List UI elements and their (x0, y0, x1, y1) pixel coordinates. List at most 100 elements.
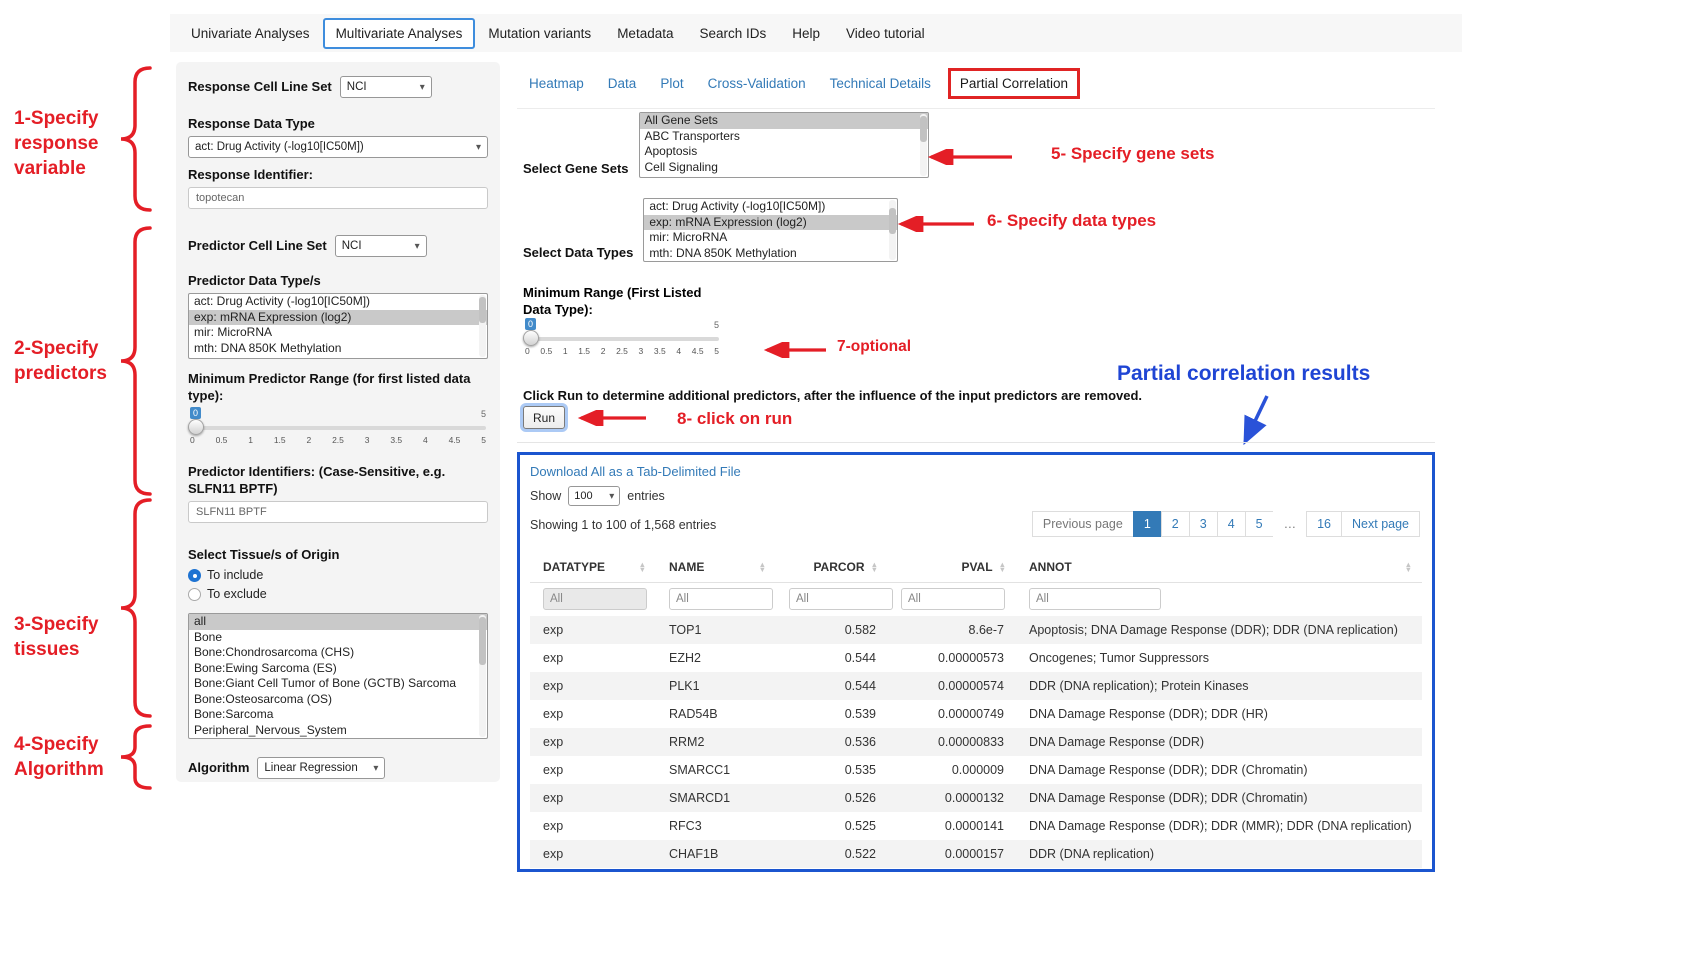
table-row[interactable]: exp RAD54B 0.539 0.00000749 DNA Damage R… (530, 700, 1422, 728)
tab-heatmap[interactable]: Heatmap (517, 68, 596, 99)
table-row[interactable]: exp RFC3 0.525 0.0000141 DNA Damage Resp… (530, 812, 1422, 840)
listbox-option-selected[interactable]: All Gene Sets (640, 113, 928, 129)
listbox-option[interactable]: Bone:Chondrosarcoma (CHS) (189, 645, 487, 661)
table-row[interactable]: exp SMARCC1 0.535 0.000009 DNA Damage Re… (530, 756, 1422, 784)
slider-handle[interactable] (188, 419, 204, 435)
slider-value-badge: 0 (525, 318, 536, 330)
table-row[interactable]: exp SMARCD1 0.526 0.0000132 DNA Damage R… (530, 784, 1422, 812)
predictor-min-range-slider[interactable]: 0 5 0 0.5 1 1.5 2 2.5 3 3.5 4 4.5 5 (188, 409, 486, 451)
page-button-5[interactable]: 5 (1245, 511, 1274, 537)
page-size-select[interactable]: 100 ▾ (568, 486, 620, 506)
sort-icon[interactable]: ▲▼ (871, 562, 878, 573)
filter-datatype-input[interactable] (543, 588, 647, 610)
download-all-link[interactable]: Download All as a Tab-Delimited File (530, 464, 741, 479)
nav-video-tutorial[interactable]: Video tutorial (833, 18, 938, 49)
column-header-pval[interactable]: PVAL ▲▼ (888, 552, 1016, 582)
tissue-listbox[interactable]: all Bone Bone:Chondrosarcoma (CHS) Bone:… (188, 613, 488, 739)
slider-handle[interactable] (523, 330, 539, 346)
response-identifier-input[interactable] (188, 187, 488, 209)
page-button-4[interactable]: 4 (1217, 511, 1246, 537)
tissue-include-radio[interactable]: To include (188, 568, 488, 582)
listbox-option[interactable]: mir: MicroRNA (644, 230, 897, 246)
slider-track[interactable] (188, 426, 486, 430)
page-button-2[interactable]: 2 (1161, 511, 1190, 537)
slider-tick: 2 (601, 346, 606, 356)
listbox-option[interactable]: Bone:Osteosarcoma (OS) (189, 692, 487, 708)
listbox-option[interactable]: mth: DNA 850K Methylation (189, 341, 487, 357)
gene-sets-listbox[interactable]: All Gene Sets ABC Transporters Apoptosis… (639, 112, 929, 178)
listbox-option[interactable]: Bone:Giant Cell Tumor of Bone (GCTB) Sar… (189, 676, 487, 692)
nav-mutation-variants[interactable]: Mutation variants (475, 18, 604, 49)
nav-metadata[interactable]: Metadata (604, 18, 686, 49)
page-button-16[interactable]: 16 (1306, 511, 1342, 537)
algorithm-select[interactable]: Linear Regression ▾ (257, 757, 385, 779)
next-page-button[interactable]: Next page (1341, 511, 1420, 537)
column-header-datatype[interactable]: DATATYPE ▲▼ (530, 552, 656, 582)
nav-multivariate-analyses[interactable]: Multivariate Analyses (323, 18, 476, 49)
radio-checked-icon (188, 569, 201, 582)
partial-min-range-slider[interactable]: 0 5 0 0.5 1 1.5 2 2.5 3 3.5 4 4.5 5 (523, 320, 719, 362)
table-row[interactable]: exp EZH2 0.544 0.00000573 Oncogenes; Tum… (530, 644, 1422, 672)
cell-annot: DNA Damage Response (DDR); DDR (Chromati… (1016, 784, 1422, 812)
tab-partial-correlation[interactable]: Partial Correlation (948, 68, 1080, 99)
filter-name-input[interactable] (669, 588, 773, 610)
arrow-step6-icon (889, 216, 977, 232)
sort-icon[interactable]: ▲▼ (759, 562, 766, 573)
filter-pval-input[interactable] (901, 588, 1005, 610)
listbox-option-selected[interactable]: exp: mRNA Expression (log2) (189, 310, 487, 326)
listbox-option-selected[interactable]: all (189, 614, 487, 630)
listbox-option[interactable]: mir: MicroRNA (189, 325, 487, 341)
page-button-3[interactable]: 3 (1189, 511, 1218, 537)
listbox-option[interactable]: Cell Signaling (640, 160, 928, 176)
filter-annot-input[interactable] (1029, 588, 1161, 610)
results-table: DATATYPE ▲▼ NAME ▲▼ PARCOR ▲▼ PVAL (530, 552, 1422, 868)
predictor-data-types-listbox[interactable]: act: Drug Activity (-log10[IC50M]) exp: … (188, 293, 488, 359)
listbox-option[interactable]: Bone (189, 630, 487, 646)
data-types-listbox[interactable]: act: Drug Activity (-log10[IC50M]) exp: … (643, 198, 898, 262)
slider-track[interactable] (523, 337, 719, 341)
scrollbar[interactable] (479, 615, 486, 737)
listbox-option[interactable]: mth: DNA 850K Methylation (644, 246, 897, 262)
listbox-option[interactable]: Bone:Sarcoma (189, 707, 487, 723)
listbox-option-selected[interactable]: exp: mRNA Expression (log2) (644, 215, 897, 231)
predictor-identifiers-input[interactable] (188, 501, 488, 523)
listbox-option[interactable]: act: Drug Activity (-log10[IC50M]) (189, 294, 487, 310)
column-label: DATATYPE (543, 560, 605, 574)
predictor-cell-line-set-select[interactable]: NCI ▾ (335, 235, 427, 257)
sort-icon[interactable]: ▲▼ (639, 562, 646, 573)
table-row[interactable]: exp RRM2 0.536 0.00000833 DNA Damage Res… (530, 728, 1422, 756)
sort-icon[interactable]: ▲▼ (1405, 562, 1412, 573)
radio-label: To include (207, 568, 263, 582)
scrollbar[interactable] (479, 295, 486, 357)
nav-univariate-analyses[interactable]: Univariate Analyses (178, 18, 323, 49)
table-row[interactable]: exp PLK1 0.544 0.00000574 DDR (DNA repli… (530, 672, 1422, 700)
column-header-annot[interactable]: ANNOT ▲▼ (1016, 552, 1422, 582)
response-data-type-select[interactable]: act: Drug Activity (-log10[IC50M]) ▾ (188, 136, 488, 158)
column-header-name[interactable]: NAME ▲▼ (656, 552, 776, 582)
listbox-option[interactable]: ABC Transporters (640, 129, 928, 145)
predictor-min-range-label: Minimum Predictor Range (for first liste… (188, 370, 488, 404)
page-button-1[interactable]: 1 (1133, 511, 1162, 537)
response-cell-line-set-select[interactable]: NCI ▾ (340, 76, 432, 98)
table-row[interactable]: exp CHAF1B 0.522 0.0000157 DDR (DNA repl… (530, 840, 1422, 868)
tab-technical-details[interactable]: Technical Details (818, 68, 943, 99)
sort-icon[interactable]: ▲▼ (999, 562, 1006, 573)
nav-search-ids[interactable]: Search IDs (686, 18, 779, 49)
cell-annot: Oncogenes; Tumor Suppressors (1016, 644, 1422, 672)
previous-page-button[interactable]: Previous page (1032, 511, 1134, 537)
tab-data[interactable]: Data (596, 68, 649, 99)
scrollbar[interactable] (920, 114, 927, 176)
listbox-option[interactable]: Apoptosis (640, 144, 928, 160)
listbox-option[interactable]: Bone:Ewing Sarcoma (ES) (189, 661, 487, 677)
listbox-option[interactable]: act: Drug Activity (-log10[IC50M]) (644, 199, 897, 215)
nav-help[interactable]: Help (779, 18, 833, 49)
filter-parcor-input[interactable] (789, 588, 893, 610)
run-button[interactable]: Run (523, 406, 565, 429)
cell-datatype: exp (530, 700, 656, 728)
listbox-option[interactable]: Peripheral_Nervous_System (189, 723, 487, 739)
column-header-parcor[interactable]: PARCOR ▲▼ (776, 552, 888, 582)
tab-cross-validation[interactable]: Cross-Validation (696, 68, 818, 99)
tab-plot[interactable]: Plot (648, 68, 695, 99)
tissue-exclude-radio[interactable]: To exclude (188, 587, 488, 601)
table-row[interactable]: exp TOP1 0.582 8.6e-7 Apoptosis; DNA Dam… (530, 616, 1422, 644)
